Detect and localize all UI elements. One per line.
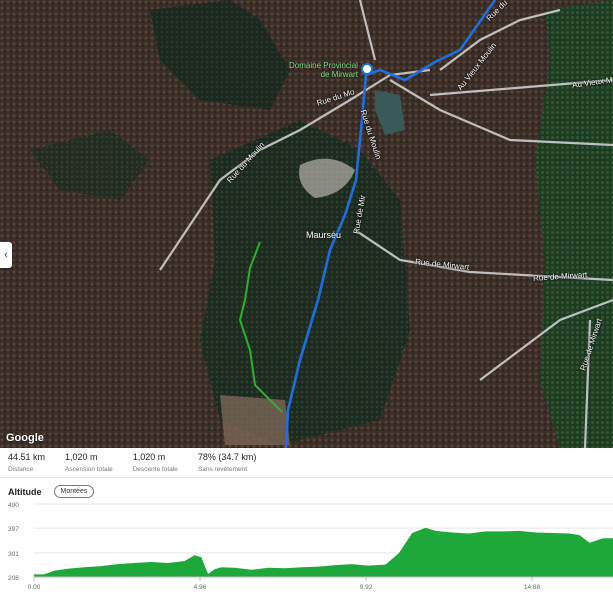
google-attribution: Google: [6, 432, 44, 444]
stat-label: Descente totale: [132, 466, 178, 473]
place-label: Maurséu: [306, 230, 342, 240]
altitude-chart[interactable]: 490 397 301 208 0.00 4.96 9.92 14.88: [0, 500, 613, 600]
stat-value: 78% (34.7 km): [197, 452, 257, 462]
stat-descent: 1,020 m Descente totale: [133, 448, 178, 477]
altitude-title: Altitude: [8, 486, 42, 497]
altitude-area: [34, 527, 613, 577]
poi-name-line1: Domaine Provincial: [289, 61, 358, 70]
poi-label[interactable]: Domaine Provincial de Mirwart: [289, 61, 358, 79]
stat-ascent: 1,020 m Ascension totale: [65, 448, 113, 477]
stat-label: Ascension totale: [65, 466, 113, 473]
x-tick-label: 4.96: [194, 584, 207, 591]
route-stats: 44.51 km Distance 1,020 m Ascension tota…: [0, 448, 613, 478]
chevron-left-icon[interactable]: ‹: [0, 242, 12, 268]
poi-pin-icon[interactable]: [361, 63, 373, 75]
stat-distance: 44.51 km Distance: [8, 448, 45, 477]
stat-value: 1,020 m: [65, 452, 98, 462]
stat-value: 1,020 m: [132, 452, 166, 462]
x-tick-label: 9.92: [360, 584, 373, 591]
satellite-map[interactable]: Domaine Provincial de Mirwart Maurséu Ru…: [0, 0, 613, 448]
stat-label: Sans revêtement: [197, 466, 248, 473]
x-tick-label: 14.88: [524, 584, 541, 591]
stat-label: Distance: [8, 466, 34, 473]
poi-name-line2: de Mirwart: [320, 70, 358, 79]
y-tick-label: 301: [8, 551, 19, 558]
climbs-button[interactable]: Montées: [53, 485, 95, 498]
y-tick-label: 208: [8, 575, 19, 582]
stat-unpaved: 78% (34.7 km) Sans revêtement: [198, 448, 257, 477]
y-tick-label: 397: [8, 526, 19, 533]
stat-value: 44.51 km: [8, 452, 46, 462]
y-tick-label: 490: [8, 502, 19, 509]
route-view: Domaine Provincial de Mirwart Maurséu Ru…: [0, 0, 613, 600]
x-tick-label: 0.00: [28, 584, 41, 591]
altitude-header: Altitude Montées: [8, 485, 95, 498]
